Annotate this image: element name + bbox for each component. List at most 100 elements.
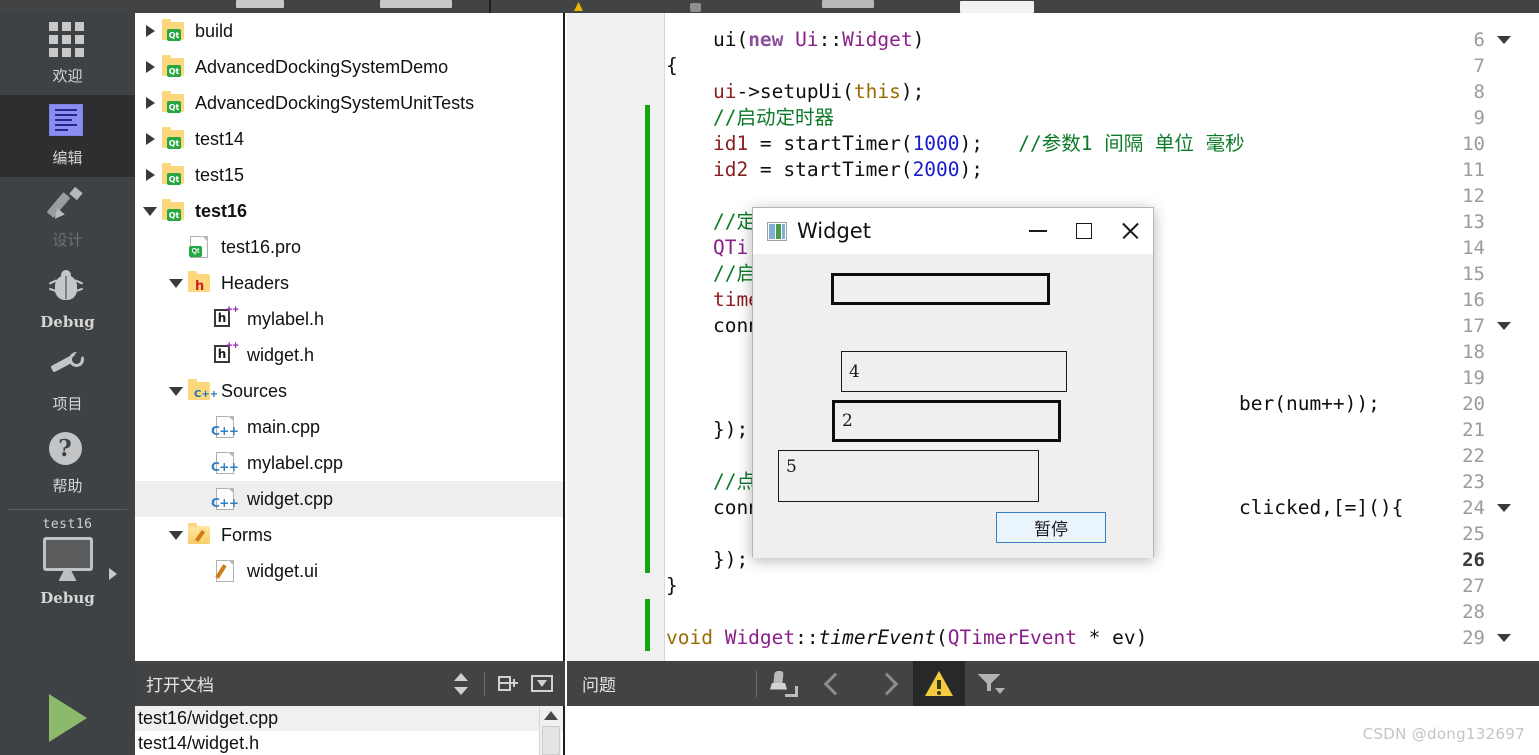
- fold-toggle-icon[interactable]: [1495, 313, 1513, 339]
- fold-toggle-icon[interactable]: [1495, 27, 1513, 53]
- sidebar-item-projects[interactable]: 项目: [0, 341, 135, 423]
- clear-brush-icon[interactable]: [757, 661, 809, 706]
- fold-toggle-icon[interactable]: [1495, 625, 1513, 651]
- code-line[interactable]: //启: [666, 261, 756, 287]
- warning-icon[interactable]: [913, 661, 965, 706]
- kit-selector[interactable]: test16 Debug: [0, 510, 135, 607]
- tree-twisty[interactable]: [140, 157, 160, 193]
- code-line[interactable]: //启动定时器: [666, 105, 834, 131]
- split-add-icon[interactable]: [491, 661, 525, 706]
- chevron-right-icon[interactable]: [145, 61, 155, 73]
- scrollbar[interactable]: [539, 706, 561, 755]
- tree-item-sources[interactable]: C++ Sources: [135, 373, 563, 409]
- dialog-title-bar[interactable]: Widget: [753, 208, 1153, 254]
- tree-item-advanceddockingsystemunittests[interactable]: Qt AdvancedDockingSystemUnitTests: [135, 85, 563, 121]
- tree-item-headers[interactable]: h Headers: [135, 265, 563, 301]
- code-line[interactable]: //点: [666, 469, 756, 495]
- code-line-fragment[interactable]: clicked,[=](){: [1239, 495, 1403, 521]
- toolbar-item-e[interactable]: [960, 1, 1034, 13]
- toolbar-item-b[interactable]: [380, 0, 452, 8]
- chevron-right-icon[interactable]: [145, 169, 155, 181]
- code-line[interactable]: conn: [666, 495, 760, 521]
- tree-twisty[interactable]: [140, 193, 160, 229]
- code-line[interactable]: {: [666, 53, 678, 79]
- tree-twisty[interactable]: [192, 445, 212, 481]
- code-line[interactable]: id2 = startTimer(2000);: [666, 157, 983, 183]
- tree-item-widget-h[interactable]: h ++ widget.h: [135, 337, 563, 373]
- code-line[interactable]: conn: [666, 313, 760, 339]
- sidebar-item-design[interactable]: 设计: [0, 177, 135, 259]
- tree-item-widget-ui[interactable]: widget.ui: [135, 553, 563, 589]
- scroll-up-icon[interactable]: [544, 711, 558, 720]
- tree-item-mylabel-h[interactable]: h ++ mylabel.h: [135, 301, 563, 337]
- sidebar-item-debug[interactable]: Debug: [0, 259, 135, 341]
- scrollbar-thumb[interactable]: [542, 726, 560, 755]
- counter-field-1[interactable]: 4: [841, 351, 1067, 392]
- tree-twisty[interactable]: [192, 337, 212, 373]
- tree-item-forms[interactable]: Forms: [135, 517, 563, 553]
- fold-toggle-icon[interactable]: [1495, 495, 1513, 521]
- tree-item-test14[interactable]: Qt test14: [135, 121, 563, 157]
- close-split-icon[interactable]: [525, 661, 559, 706]
- tree-item-main-cpp[interactable]: C++ main.cpp: [135, 409, 563, 445]
- sidebar-item-welcome[interactable]: 欢迎: [0, 13, 135, 95]
- toolbar-item-d[interactable]: [822, 0, 874, 8]
- filter-icon[interactable]: [965, 661, 1017, 706]
- toolbar-item-c[interactable]: [690, 3, 701, 12]
- close-button[interactable]: [1107, 208, 1153, 254]
- code-line[interactable]: ui->setupUi(this);: [666, 79, 924, 105]
- tree-twisty[interactable]: [166, 229, 186, 265]
- tree-twisty[interactable]: [140, 13, 160, 49]
- chevron-down-icon[interactable]: [169, 530, 183, 540]
- tree-twisty[interactable]: [140, 49, 160, 85]
- minimize-button[interactable]: [1015, 208, 1061, 254]
- counter-field-2[interactable]: 2: [832, 400, 1061, 442]
- chevron-right-icon[interactable]: [861, 661, 913, 706]
- toolbar-item-a[interactable]: [236, 0, 284, 8]
- tree-twisty[interactable]: [140, 85, 160, 121]
- tree-twisty[interactable]: [192, 301, 212, 337]
- widget-dialog[interactable]: Widget 4 2 5 暂停: [752, 207, 1154, 558]
- code-line[interactable]: }: [666, 573, 678, 599]
- tree-item-test16-pro[interactable]: Qt test16.pro: [135, 229, 563, 265]
- chevron-down-icon[interactable]: [169, 278, 183, 288]
- chevron-down-icon[interactable]: [143, 206, 157, 216]
- project-tree[interactable]: Qt build Qt AdvancedDockingSystemDemo Qt Adva…: [135, 13, 565, 661]
- chevron-left-icon[interactable]: [809, 661, 861, 706]
- tree-item-test16[interactable]: Qt test16: [135, 193, 563, 229]
- code-line[interactable]: });: [666, 547, 748, 573]
- sort-spinner-icon[interactable]: [444, 661, 478, 706]
- tree-twisty[interactable]: [166, 265, 186, 301]
- chevron-right-icon[interactable]: [145, 133, 155, 145]
- counter-field-3[interactable]: 5: [778, 450, 1039, 502]
- chevron-right-icon[interactable]: [145, 25, 155, 37]
- tree-twisty[interactable]: [166, 517, 186, 553]
- tree-item-mylabel-cpp[interactable]: C++ mylabel.cpp: [135, 445, 563, 481]
- code-line[interactable]: id1 = startTimer(1000); //参数1 间隔 单位 毫秒: [666, 131, 1245, 157]
- chevron-right-icon[interactable]: [145, 97, 155, 109]
- code-line[interactable]: ui(new Ui::Widget): [666, 27, 924, 53]
- tree-twisty[interactable]: [166, 373, 186, 409]
- chevron-down-icon[interactable]: [169, 386, 183, 396]
- tree-twisty[interactable]: [140, 121, 160, 157]
- tree-twisty[interactable]: [192, 553, 212, 589]
- tree-twisty[interactable]: [192, 481, 212, 517]
- code-line[interactable]: void Widget::timerEvent(QTimerEvent * ev…: [666, 625, 1147, 651]
- list-item[interactable]: test14/widget.h: [135, 731, 563, 755]
- tree-item-widget-cpp[interactable]: C++ widget.cpp: [135, 481, 563, 517]
- code-line[interactable]: time: [666, 287, 760, 313]
- run-button[interactable]: [0, 668, 135, 755]
- open-documents-list[interactable]: test16/widget.cpp test14/widget.h: [135, 706, 565, 755]
- pause-button[interactable]: 暂停: [996, 512, 1106, 543]
- chevron-right-icon[interactable]: [109, 568, 117, 580]
- sidebar-item-help[interactable]: ? 帮助: [0, 423, 135, 505]
- sidebar-item-edit[interactable]: 编辑: [0, 95, 135, 177]
- tree-item-advanceddockingsystemdemo[interactable]: Qt AdvancedDockingSystemDemo: [135, 49, 563, 85]
- code-line-fragment[interactable]: ber(num++));: [1239, 391, 1380, 417]
- build-warning-icon[interactable]: [574, 2, 583, 11]
- tree-twisty[interactable]: [192, 409, 212, 445]
- list-item[interactable]: test16/widget.cpp: [135, 706, 563, 731]
- tree-item-build[interactable]: Qt build: [135, 13, 563, 49]
- tree-item-test15[interactable]: Qt test15: [135, 157, 563, 193]
- code-line[interactable]: });: [666, 417, 748, 443]
